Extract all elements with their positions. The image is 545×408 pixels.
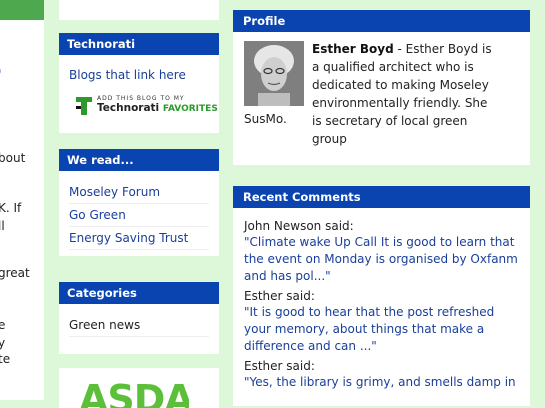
- left-text-fragment: te: [0, 352, 11, 366]
- we-read-widget: We read... Moseley Forum Go Green Energy…: [59, 149, 219, 256]
- left-text-fragment: ll: [0, 219, 5, 233]
- asda-ad-block[interactable]: ASDA: [59, 368, 219, 408]
- technorati-header: Technorati: [59, 33, 219, 55]
- link-energy-saving-trust[interactable]: Energy Saving Trust: [69, 227, 209, 250]
- comment-author: Esther said:: [244, 289, 315, 303]
- left-text-fragment: bout: [0, 151, 26, 165]
- left-column-clipped: ) bout K. If ll great e y te: [0, 0, 44, 400]
- comment-excerpt-link[interactable]: "It is good to hear that the post refres…: [244, 304, 519, 355]
- badge-brand-text: Technorati FAVORITES: [97, 102, 218, 114]
- comment-excerpt-link[interactable]: "Yes, the library is grimy, and smells d…: [244, 374, 519, 391]
- left-text-fragment: y: [0, 336, 6, 350]
- link-go-green[interactable]: Go Green: [69, 204, 209, 227]
- comment-author: John Newson said:: [244, 219, 354, 233]
- profile-name: Esther Boyd: [312, 42, 394, 56]
- technorati-widget: Technorati Blogs that link here ADD THIS…: [59, 33, 219, 133]
- category-green-news[interactable]: Green news: [69, 314, 209, 337]
- left-text-fragment: great: [0, 266, 30, 280]
- sidebar-top-block: [59, 0, 219, 20]
- badge-small-text: ADD THIS BLOG TO MY: [97, 95, 185, 102]
- comment-author: Esther said:: [244, 359, 315, 373]
- asda-logo: ASDA: [79, 377, 189, 408]
- profile-widget: Profile Esther Boyd - Esther Boyd is a q…: [233, 10, 530, 165]
- link-moseley-forum[interactable]: Moseley Forum: [69, 181, 209, 204]
- profile-photo: [244, 41, 304, 106]
- left-text-fragment: K. If: [0, 201, 22, 215]
- categories-header: Categories: [59, 282, 219, 304]
- recent-comments-widget: Recent Comments John Newson said: "Clima…: [233, 186, 530, 406]
- categories-widget: Categories Green news: [59, 282, 219, 354]
- profile-bio-tail: SusMo.: [244, 112, 287, 126]
- comment-excerpt-link[interactable]: "Climate wake Up Call It is good to lear…: [244, 234, 519, 285]
- left-link-fragment[interactable]: ): [0, 64, 4, 78]
- left-header-bar: [0, 0, 44, 20]
- left-text-fragment: e: [0, 318, 6, 332]
- recent-comments-header: Recent Comments: [233, 186, 530, 208]
- technorati-logo-icon: [73, 95, 95, 117]
- blogs-that-link-here-link[interactable]: Blogs that link here: [69, 64, 209, 86]
- profile-bio: Esther Boyd - Esther Boyd is a qualified…: [312, 42, 492, 146]
- profile-header: Profile: [233, 10, 530, 32]
- technorati-favorites-badge[interactable]: ADD THIS BLOG TO MY Technorati FAVORITES: [73, 95, 223, 117]
- we-read-header: We read...: [59, 149, 219, 171]
